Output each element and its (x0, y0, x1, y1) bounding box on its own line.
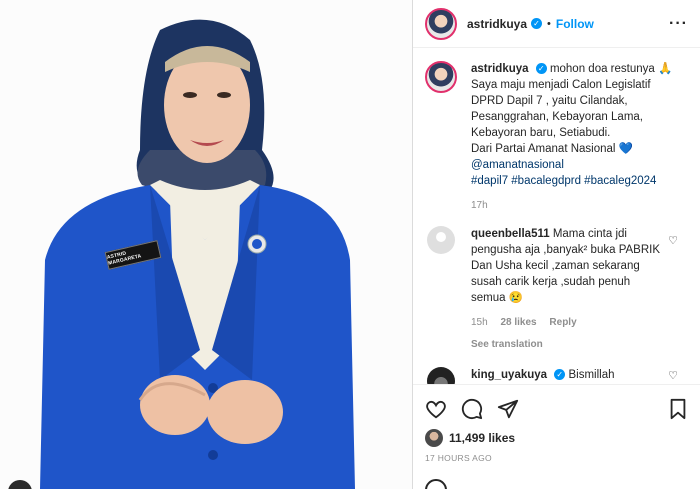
avatar[interactable] (425, 7, 457, 40)
share-icon[interactable] (497, 398, 519, 420)
caption-line-3: Pesanggrahan, Kebayoran Lama, (471, 111, 643, 123)
verified-icon: ✓ (554, 369, 566, 381)
comment-likes[interactable]: 28 likes (500, 317, 536, 328)
caption-line-4: Kebayoran baru, Setiabudi. (471, 127, 611, 139)
comment-avatar[interactable] (427, 367, 455, 384)
caption-line-2: DPRD Dapil 7 , yaitu Cilandak, (471, 95, 628, 107)
post-actions: 11,499 likes 17 HOURS AGO (413, 384, 700, 463)
caption-line-5: Dari Partai Amanat Nasional 💙 (471, 143, 633, 155)
follow-button[interactable]: Follow (556, 17, 594, 31)
verified-icon: ✓ (535, 63, 547, 75)
post-image[interactable]: ASTRID MARGARETA (0, 0, 412, 489)
more-icon[interactable]: ··· (669, 15, 688, 32)
bookmark-icon[interactable] (668, 398, 688, 420)
post-panel: astridkuya ✓ • Follow ··· astridkuya ✓ m… (412, 0, 700, 489)
comment-avatar[interactable] (427, 226, 455, 254)
caption-username[interactable]: astridkuya (471, 63, 529, 75)
portrait-illustration (0, 0, 412, 489)
see-translation-button[interactable]: See translation (471, 337, 688, 353)
comment-line-4: semua 😢 (471, 292, 524, 304)
reply-button[interactable]: Reply (549, 317, 576, 328)
comment-time[interactable]: 15h (471, 317, 488, 328)
comment: king_uyakuya ✓ Bismillah ♡ (425, 367, 688, 384)
hashtags[interactable]: #dapil7 #bacalegdprd #bacaleg2024 (471, 173, 688, 189)
comments-list[interactable]: astridkuya ✓ mohon doa restunya 🙏 Saya m… (413, 49, 700, 384)
verified-icon: ✓ (531, 18, 543, 29)
comment-like-heart-icon[interactable]: ♡ (668, 234, 678, 247)
comment-line-0: Mama cinta jdi (552, 228, 627, 240)
comment: queenbella511 Mama cinta jdi pengusha aj… (425, 226, 688, 353)
post-timestamp[interactable]: 17 HOURS AGO (425, 453, 688, 463)
heart-icon[interactable] (425, 398, 447, 420)
caption-line-0: mohon doa restunya 🙏 (549, 63, 673, 75)
caption-line-1: Saya maju menjadi Calon Legislatif (471, 79, 651, 91)
caption-avatar[interactable] (425, 61, 457, 93)
comment-text: Bismillah (568, 369, 615, 381)
header-username[interactable]: astridkuya (467, 17, 527, 31)
emoji-icon[interactable] (425, 479, 447, 489)
mention-link[interactable]: @amanatnasional (471, 157, 688, 173)
comment-like-heart-icon[interactable]: ♡ (668, 369, 678, 382)
comment-username[interactable]: queenbella511 (471, 228, 550, 240)
separator: • (547, 17, 551, 30)
caption-time[interactable]: 17h (471, 200, 488, 211)
comment-username[interactable]: king_uyakuya (471, 369, 547, 381)
post-header: astridkuya ✓ • Follow ··· (413, 0, 700, 48)
comment-icon[interactable] (461, 398, 483, 420)
comment-line-1: pengusha aja ,banyak² buka PABRIK (471, 244, 661, 256)
comment-line-3: susah carik kerja ,sudah penuh (471, 276, 631, 288)
likes-count[interactable]: 11,499 likes (449, 431, 515, 445)
liker-avatar[interactable] (425, 429, 443, 447)
caption: astridkuya ✓ mohon doa restunya 🙏 Saya m… (425, 61, 688, 214)
comment-line-2: Dan Usha kecil ,zaman sekarang (471, 260, 640, 272)
